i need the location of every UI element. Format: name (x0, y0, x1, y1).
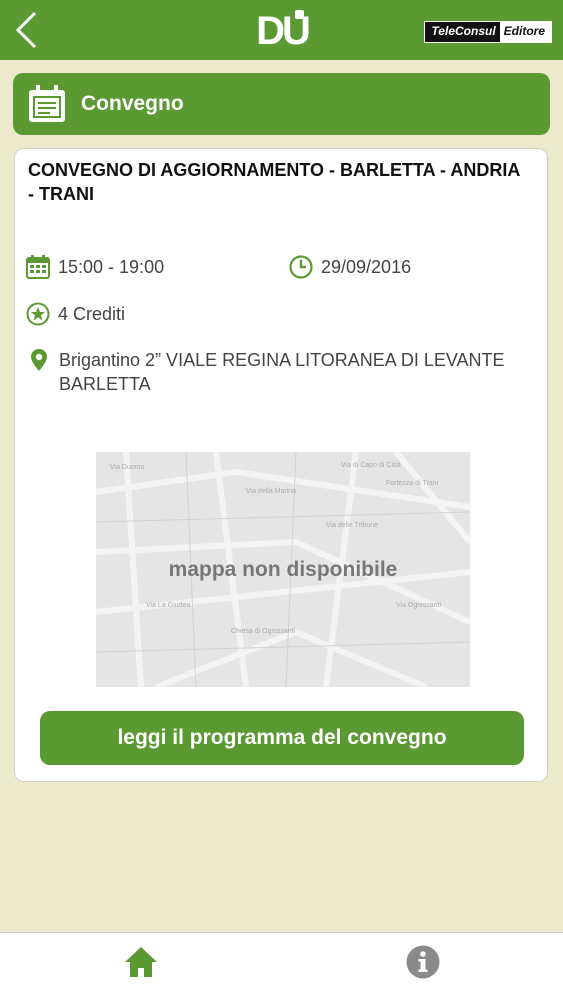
event-credits: 4 Crediti (58, 303, 126, 324)
star-icon (26, 302, 50, 326)
clock-icon (289, 255, 313, 279)
event-date: 29/09/2016 (321, 256, 412, 277)
top-bar: DU TeleConsul Editore (0, 0, 563, 60)
info-icon (406, 945, 440, 979)
calendar-grid-icon (26, 255, 50, 279)
home-icon (125, 947, 157, 977)
map-placeholder: Via Duomo Via della Marina Via di Capo d… (96, 452, 470, 687)
publisher-label: Editore (499, 22, 551, 42)
event-title: CONVEGNO DI AGGIORNAMENTO - BARLETTA - A… (28, 160, 520, 204)
calendar-icon (27, 84, 67, 124)
event-time-row: 15:00 - 19:00 (26, 255, 164, 279)
publisher-badge: TeleConsul Editore (424, 21, 552, 43)
publisher-name: TeleConsul (425, 22, 500, 42)
info-tab-button[interactable] (402, 941, 444, 983)
location-icon (27, 348, 51, 372)
back-icon (15, 11, 37, 49)
logo-dot (295, 10, 304, 19)
back-button[interactable] (6, 8, 46, 52)
bottom-tab-bar (0, 932, 563, 1001)
section-title: Convegno (81, 92, 184, 115)
event-date-row: 29/09/2016 (289, 255, 411, 279)
home-tab-button[interactable] (120, 941, 162, 983)
map-unavailable-text: mappa non disponibile (168, 557, 398, 581)
section-header: Convegno (13, 73, 550, 135)
event-card: CONVEGNO DI AGGIORNAMENTO - BARLETTA - A… (14, 148, 548, 782)
app-logo: DU (246, 6, 318, 54)
event-address-row: Brigantino 2” VIALE REGINA LITORANEA DI … (27, 348, 527, 396)
read-program-button[interactable]: leggi il programma del convegno (40, 711, 524, 765)
event-time: 15:00 - 19:00 (58, 256, 165, 277)
event-address: Brigantino 2” VIALE REGINA LITORANEA DI … (59, 350, 505, 394)
event-credits-row: 4 Crediti (26, 302, 125, 326)
